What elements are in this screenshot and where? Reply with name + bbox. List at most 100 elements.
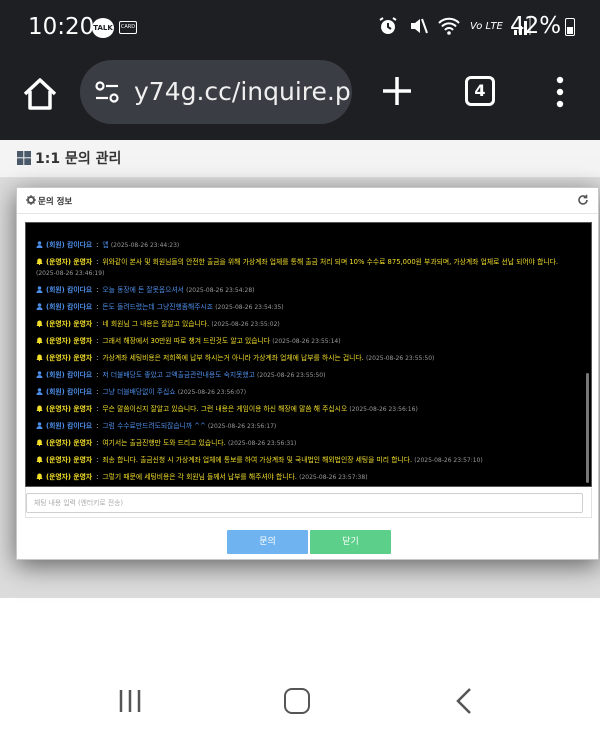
bell-icon (36, 439, 43, 446)
user-icon (36, 388, 43, 395)
chat-message-list: (회원) 캄이다요: 앱 (2025-08-26 23:44:23) (운영자) 운… (26, 223, 585, 486)
chat-scrollbar[interactable] (586, 373, 589, 483)
chat-message: (회원) 캄이다요: 오늘 동장에 돈 잘못옵으셔서 (2025-08-26 23… (26, 282, 585, 299)
user-icon (36, 303, 43, 310)
wifi-icon (438, 17, 460, 35)
alarm-icon (379, 17, 397, 34)
status-time: 10:20 (28, 14, 95, 40)
message-separator: : (96, 371, 99, 379)
message-separator: : (96, 422, 99, 430)
browser-toolbar: y74g.cc/inquire.p 4 (0, 56, 600, 140)
home-nav-icon[interactable] (284, 688, 310, 714)
message-text: 저 더불배당도 좋았고 고액출금관련내용도 숙지못했고 (102, 371, 255, 379)
message-timestamp: (2025-08-26 23:55:50) (257, 372, 326, 379)
chat-message: (운영자) 운영자: 무슨 말씀이신지 잘알고 있습니다. 그런 내용은 게임이용… (26, 401, 585, 418)
recent-apps-icon[interactable] (117, 688, 143, 714)
url-text: y74g.cc/inquire.p (134, 77, 351, 106)
message-timestamp: (2025-08-26 23:44:23) (110, 242, 180, 249)
bell-icon (36, 354, 43, 361)
message-timestamp: (2025-08-26 23:57:10) (414, 457, 483, 464)
tab-count-button[interactable]: 4 (465, 76, 495, 106)
message-sender: (회원) 캄이다요 (46, 388, 93, 396)
message-separator: : (96, 303, 99, 311)
chat-message: (운영자) 운영자: 죄송 합니다. 출금신청 시 가상계좌 업체에 통보를 하여… (26, 452, 585, 469)
message-text: 그냥 더블배당없이 주십쇼 (102, 388, 176, 396)
bell-icon (36, 473, 43, 480)
message-timestamp: (2025-08-26 23:54:28) (186, 287, 255, 294)
chat-log[interactable]: (회원) 캄이다요: 앱 (2025-08-26 23:44:23) (운영자) 운… (25, 222, 592, 487)
inquiry-dialog: 문의 정보 (회원) 캄이다요: 앱 (2025-08-26 23:44:23)(… (16, 187, 599, 560)
new-tab-icon[interactable] (380, 74, 414, 108)
message-timestamp: (2025-08-26 23:54:35) (215, 304, 284, 311)
message-text: 그렇기 때문에 세팅비용은 각 회원님 들께서 납부를 해주셔야 합니다. (102, 473, 297, 481)
chat-message: (운영자) 운영자: 그렇기 때문에 세팅비용은 각 회원님 들께서 납부를 해주… (26, 469, 585, 486)
dialog-title: 문의 정보 (38, 197, 73, 207)
message-sender: (운영자) 운영자 (46, 258, 93, 266)
talk-notification-icon: TALK (92, 18, 114, 38)
user-icon (36, 371, 43, 378)
chat-message: (회원) 캄이다요: 앱 (2025-08-26 23:44:23) (26, 237, 585, 254)
chat-message: (회원) 캄이다요: 돈도 돌려드렸는데 그냥진행좀해주시죠 (2025-08-2… (26, 299, 585, 316)
message-timestamp: (2025-08-26 23:56:16) (349, 406, 418, 413)
message-timestamp: (2025-08-26 23:55:02) (211, 321, 280, 328)
dialog-header: 문의 정보 (17, 188, 598, 214)
message-separator: : (96, 337, 99, 345)
message-timestamp: (2025-08-26 23:55:14) (272, 338, 341, 345)
message-separator: : (96, 405, 99, 413)
message-separator: : (96, 388, 99, 396)
message-text: 앱 (102, 241, 109, 249)
message-sender: (회원) 캄이다요 (46, 422, 93, 430)
chat-message: (운영자) 운영자: 가상계좌 세팅비용은 저희쪽에 납부 하시는거 아니라 가상… (26, 350, 585, 367)
message-text: 위와같이 본사 및 회원님들의 안전한 출금을 위해 가상계좌 업체를 통해 출… (102, 258, 558, 266)
chat-message: (운영자) 운영자: 그래서 해장에서 30만원 따로 챙겨 드린것도 알고 있습… (26, 333, 585, 350)
site-settings-icon[interactable] (94, 80, 120, 104)
message-sender: (회원) 캄이다요 (46, 371, 93, 379)
back-icon[interactable] (455, 687, 473, 715)
ask-button[interactable]: 문의 (227, 530, 308, 554)
chat-message: (회원) 캄이다요: 그냥 더블배당없이 주십쇼 (2025-08-26 23:5… (26, 384, 585, 401)
message-sender: (운영자) 운영자 (46, 456, 93, 464)
message-separator: : (96, 320, 99, 328)
refresh-icon[interactable] (577, 194, 589, 206)
message-sender: (회원) 캄이다요 (46, 303, 93, 311)
user-icon (36, 286, 43, 293)
message-separator: : (96, 439, 99, 447)
page-title: 1:1 문의 관리 (35, 151, 122, 167)
status-icons: Vo LTE (378, 16, 531, 36)
bell-icon (36, 258, 43, 265)
battery-icon (565, 18, 575, 36)
message-text: 네 회원님 그 내용은 잘알고 있습니다. (102, 320, 210, 328)
mute-icon (411, 18, 428, 34)
user-icon (36, 241, 43, 248)
address-bar[interactable]: y74g.cc/inquire.p (80, 60, 352, 124)
windows-icon (17, 151, 31, 165)
message-timestamp: (2025-08-26 23:56:31) (227, 440, 297, 447)
chat-message: (회원) 캄이다요: 그럼 수수료만드려도되잖습니까 ^^ (2025-08-26… (26, 418, 585, 435)
close-button[interactable]: 닫기 (310, 530, 391, 554)
message-text: 그럼 수수료만드려도되잖습니까 ^^ (102, 422, 206, 430)
overflow-menu-icon[interactable] (555, 76, 565, 108)
message-sender: (운영자) 운영자 (46, 473, 93, 481)
volte-label: Vo LTE (470, 20, 503, 32)
message-text: 돈도 돌려드렸는데 그냥진행좀해주시죠 (102, 303, 214, 311)
message-separator: : (96, 258, 99, 266)
chat-input[interactable] (26, 493, 583, 513)
message-sender: (운영자) 운영자 (46, 405, 93, 413)
battery-percent: 42% (510, 13, 562, 39)
message-separator: : (96, 241, 99, 249)
message-text: 오늘 동장에 돈 잘못옵으셔서 (102, 286, 184, 294)
message-sender: (회원) 캄이다요 (46, 286, 93, 294)
message-separator: : (96, 473, 99, 481)
page-header: 1:1 문의 관리 (0, 140, 600, 178)
bell-icon (36, 456, 43, 463)
message-timestamp: (2025-08-26 23:57:38) (299, 474, 368, 481)
home-icon[interactable] (20, 74, 60, 114)
chat-message: (운영자) 운영자: 네 회원님 그 내용은 잘알고 있습니다. (2025-08… (26, 316, 585, 333)
system-navigation-bar (0, 648, 600, 748)
message-text: 가상계좌 세팅비용은 저희쪽에 납부 하시는거 아니라 가상계좌 업체에 납부를… (102, 354, 364, 362)
chat-message: (회원) 캄이다요: 저 더불배당도 좋았고 고액출금관련내용도 숙지못했고 (2… (26, 367, 585, 384)
message-timestamp: (2025-08-26 23:55:50) (365, 355, 435, 362)
card-notification-icon: CARD (119, 21, 137, 34)
bell-icon (36, 337, 43, 344)
user-icon (36, 422, 43, 429)
